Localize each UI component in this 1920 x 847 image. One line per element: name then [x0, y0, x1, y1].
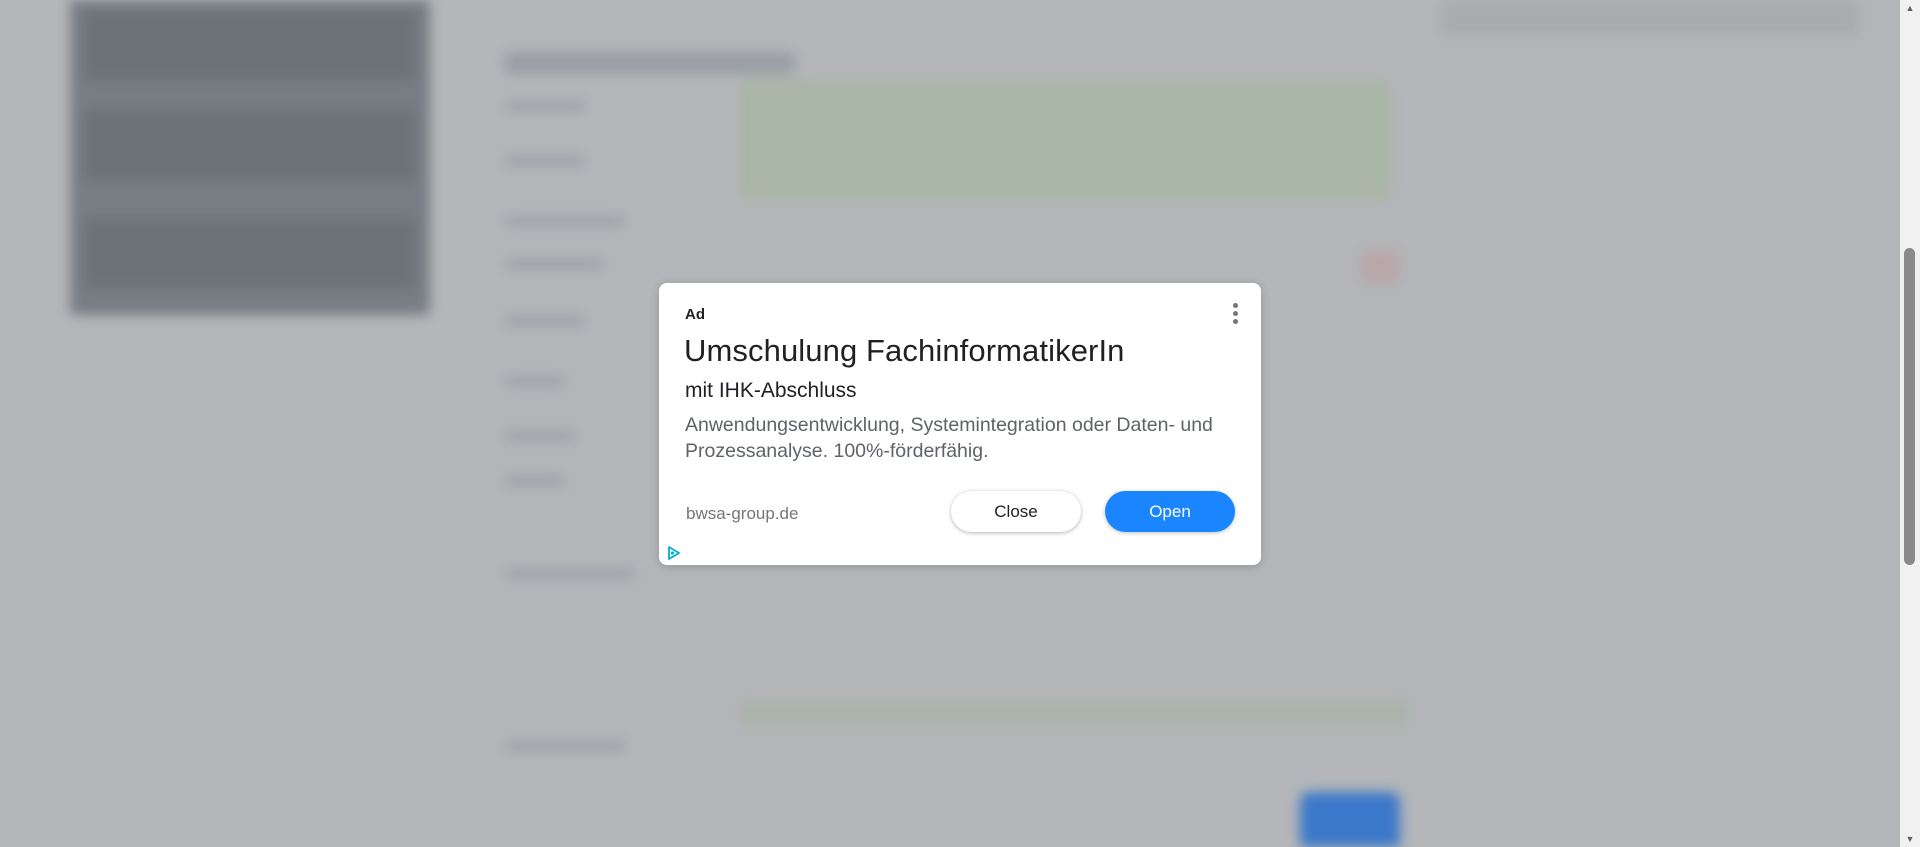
blurred-label	[505, 315, 585, 327]
blurred-heading	[505, 52, 795, 74]
open-button[interactable]: Open	[1105, 491, 1235, 532]
blurred-sidebar	[70, 0, 430, 315]
blurred-label	[505, 568, 635, 580]
ad-subheadline: mit IHK-Abschluss	[685, 379, 857, 402]
blurred-label	[505, 475, 565, 487]
blurred-sidebar-row	[84, 110, 416, 180]
ad-dialog: Ad Umschulung FachinformatikerIn mit IHK…	[659, 283, 1261, 565]
scroll-up-arrow-icon[interactable]: ▲	[1900, 0, 1920, 16]
blurred-field	[740, 700, 1410, 726]
adchoices-icon[interactable]	[666, 545, 682, 561]
ad-headline[interactable]: Umschulung FachinformatikerIn	[684, 333, 1125, 369]
blurred-label	[505, 155, 585, 167]
blurred-label	[505, 215, 625, 227]
more-vert-icon[interactable]	[1228, 303, 1242, 327]
blurred-label	[505, 740, 625, 752]
scroll-down-arrow-icon[interactable]: ▼	[1900, 831, 1920, 847]
close-button[interactable]: Close	[951, 491, 1081, 532]
blurred-icon	[1360, 250, 1400, 284]
blurred-label	[505, 258, 605, 270]
ad-label: Ad	[685, 306, 705, 323]
scrollbar-thumb[interactable]	[1904, 248, 1915, 565]
blurred-header-strip	[1440, 0, 1860, 36]
blurred-label	[505, 100, 585, 112]
blurred-label	[505, 430, 575, 442]
ad-description: Anwendungsentwicklung, Systemintegration…	[685, 414, 1213, 462]
blurred-sidebar-row	[84, 218, 416, 288]
blurred-label	[505, 375, 565, 387]
blurred-form-panel	[740, 80, 1390, 200]
blurred-sidebar-row	[84, 10, 416, 80]
ad-domain-link[interactable]: bwsa-group.de	[686, 504, 798, 524]
vertical-scrollbar[interactable]: ▲ ▼	[1900, 0, 1920, 847]
blurred-button	[1300, 792, 1400, 847]
